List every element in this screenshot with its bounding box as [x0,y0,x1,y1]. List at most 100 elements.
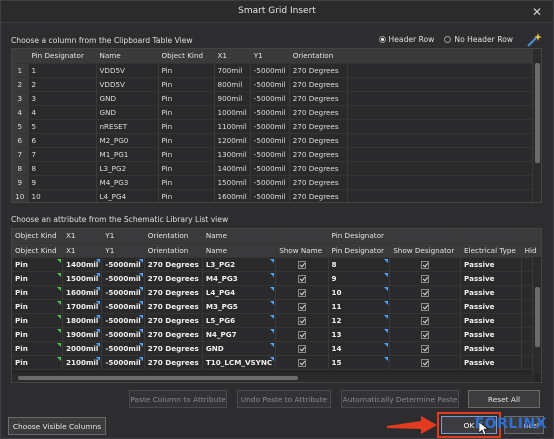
table-cell[interactable]: 270 Degrees [289,119,348,134]
column-header[interactable]: Show Designator [389,243,462,258]
object-kind-cell[interactable]: Pin [12,299,63,314]
row-number[interactable]: 5 [12,119,29,134]
table-row[interactable]: 6 6 M2_PG0 Pin 1200mil -5000mil 270 Degrees [12,133,538,148]
table-cell[interactable]: 1400mil [214,161,251,176]
y1-cell[interactable]: -5000mil [101,327,145,342]
table-cell[interactable]: Pin [158,77,215,92]
table-row[interactable]: 9 9 M4_PG3 Pin 1500mil -5000mil 270 Degrees [12,175,538,190]
object-kind-cell[interactable]: Pin [12,341,63,356]
column-header[interactable]: Object Kind [158,49,215,64]
column-header[interactable]: Pin Designator [328,243,391,258]
table-cell[interactable]: GND [96,105,159,120]
table-row[interactable]: 8 8 L3_PG2 Pin 1400mil -5000mil 270 Degrees [12,161,538,176]
table-cell[interactable]: -5000mil [250,63,290,78]
name-cell[interactable]: L3_PG2 [202,257,277,272]
magic-wand-icon[interactable] [525,31,543,49]
column-header[interactable]: Electrical Type [460,243,522,258]
table-cell[interactable]: 7 [28,147,97,162]
scrollbar-thumb[interactable] [535,63,540,163]
show-designator-checkbox[interactable] [421,358,430,367]
show-name-checkbox[interactable] [297,344,306,353]
name-cell[interactable]: GND [202,341,277,356]
table-cell[interactable]: -5000mil [250,105,290,120]
orientation-cell[interactable]: 270 Degrees [144,341,203,356]
no-header-row-radio[interactable]: No Header Row [444,35,513,44]
paste-column-button[interactable]: Paste Column to Attribute [129,390,227,408]
table-cell[interactable]: 800mil [214,77,251,92]
table-cell[interactable]: 5 [28,119,97,134]
table-cell[interactable]: 1200mil [214,133,251,148]
electrical-type-cell[interactable]: Passive [460,313,522,328]
table-cell[interactable]: 270 Degrees [289,175,348,190]
show-designator-cell[interactable] [389,271,462,286]
table-row[interactable]: 2 2 VDD5V Pin 800mil -5000mil 270 Degrees [12,77,538,92]
undo-paste-button[interactable]: Undo Paste to Attribute [237,390,331,408]
orientation-cell[interactable]: 270 Degrees [144,327,203,342]
table-cell[interactable]: GND [96,91,159,106]
show-designator-cell[interactable] [389,313,462,328]
pin-designator-cell[interactable]: 12 [328,313,391,328]
row-number[interactable]: 2 [12,77,29,92]
column-header[interactable]: Hid [521,243,541,258]
show-name-cell[interactable] [275,341,329,356]
table-cell[interactable]: 1100mil [214,119,251,134]
y1-cell[interactable]: -5000mil [101,257,145,272]
electrical-type-cell[interactable]: Passive [460,355,522,370]
name-cell[interactable]: L5_PG6 [202,313,277,328]
row-number[interactable]: 10 [12,189,29,202]
y1-cell[interactable]: -5000mil [101,285,145,300]
show-name-checkbox[interactable] [297,358,306,367]
table-cell[interactable]: 900mil [214,91,251,106]
table-cell[interactable]: -5000mil [250,91,290,106]
table-row[interactable]: Pin 2100mil -5000mil 270 Degrees T10_LCM_VSY… [12,355,541,370]
pin-designator-cell[interactable]: 11 [328,299,391,314]
electrical-type-cell[interactable]: Passive [460,271,522,286]
table-row[interactable]: 7 7 M1_PG1 Pin 1300mil -5000mil 270 Degrees [12,147,538,162]
show-name-cell[interactable] [275,271,329,286]
table-cell[interactable]: 1500mil [214,175,251,190]
pin-designator-cell[interactable]: 13 [328,327,391,342]
show-name-cell[interactable] [275,313,329,328]
table-row[interactable]: Pin 1700mil -5000mil 270 Degrees M3_PG5 11 Pas… [12,299,541,314]
table-cell[interactable]: 6 [28,133,97,148]
x1-cell[interactable]: 1500mil [62,271,103,286]
table-cell[interactable]: L3_PG2 [96,161,159,176]
table-cell[interactable]: M1_PG1 [96,147,159,162]
y1-cell[interactable]: -5000mil [101,271,145,286]
table-row[interactable]: Pin 1800mil -5000mil 270 Degrees L5_PG6 12 Pas… [12,313,541,328]
pin-designator-cell[interactable]: 9 [328,271,391,286]
object-kind-cell[interactable]: Pin [12,313,63,328]
show-designator-checkbox[interactable] [421,316,430,325]
table-cell[interactable]: 700mil [214,63,251,78]
table-cell[interactable]: VDD5V [96,77,159,92]
table-cell[interactable]: VDD5V [96,63,159,78]
scrollbar-thumb[interactable] [535,287,540,347]
pin-designator-cell[interactable]: 10 [328,285,391,300]
show-designator-cell[interactable] [389,285,462,300]
show-designator-checkbox[interactable] [421,330,430,339]
column-header[interactable]: Object Kind [12,243,63,258]
table-cell[interactable]: Pin [158,119,215,134]
row-number[interactable]: 8 [12,161,29,176]
orientation-cell[interactable]: 270 Degrees [144,257,203,272]
x1-cell[interactable]: 1600mil [62,285,103,300]
x1-cell[interactable]: 1900mil [62,327,103,342]
show-designator-checkbox[interactable] [421,302,430,311]
auto-determine-paste-button[interactable]: Automatically Determine Paste [341,390,459,408]
table-cell[interactable]: 8 [28,161,97,176]
electrical-type-cell[interactable]: Passive [460,285,522,300]
show-name-checkbox[interactable] [297,288,306,297]
column-header[interactable]: Y1 [101,243,145,258]
header-row-radio[interactable]: Header Row [378,35,434,44]
row-number[interactable]: 7 [12,147,29,162]
row-number[interactable]: 6 [12,133,29,148]
orientation-cell[interactable]: 270 Degrees [144,285,203,300]
x1-cell[interactable]: 1700mil [62,299,103,314]
pin-designator-cell[interactable]: 15 [328,355,391,370]
show-name-cell[interactable] [275,285,329,300]
x1-cell[interactable]: 2000mil [62,341,103,356]
column-header[interactable]: Orientation [144,243,203,258]
reset-all-button[interactable]: Reset All [468,390,540,408]
show-designator-checkbox[interactable] [421,260,430,269]
table-cell[interactable]: 270 Degrees [289,105,348,120]
